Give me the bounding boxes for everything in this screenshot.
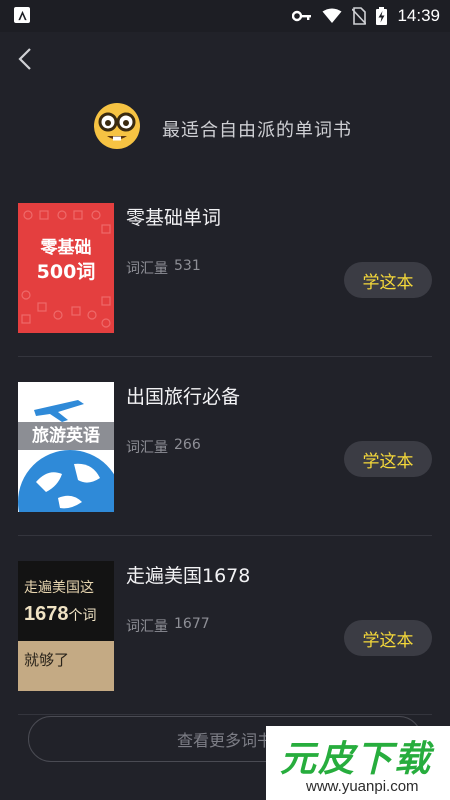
- vpn-key-icon: [292, 10, 312, 22]
- nerd-face-emoji-icon: [94, 103, 140, 149]
- divider: [18, 714, 432, 715]
- learn-this-book-button[interactable]: 学这本: [344, 620, 432, 656]
- cover-number: 1678: [24, 603, 69, 625]
- no-sim-icon: [352, 7, 367, 25]
- word-count-value: 1677: [174, 616, 210, 632]
- book-card[interactable]: 零基础 500词 零基础单词 词汇量 531 学这本: [18, 203, 432, 333]
- book-title: 出国旅行必备: [126, 386, 241, 408]
- cover-line-2: 1678个词: [24, 603, 97, 626]
- book-word-count: 词汇量 266: [126, 437, 201, 457]
- cover-line-1: 零基础: [40, 238, 92, 258]
- cover-band-text: 旅游英语: [32, 426, 100, 446]
- watermark-url: www.yuanpi.com: [306, 778, 419, 795]
- book-card[interactable]: 旅游英语 出国旅行必备 词汇量 266 学这本: [18, 382, 432, 512]
- word-count-label: 词汇量: [126, 261, 168, 277]
- battery-charging-icon: [376, 7, 388, 25]
- book-title: 零基础单词: [126, 207, 222, 229]
- cover-line-1: 走遍美国这: [24, 580, 94, 596]
- learn-this-book-button[interactable]: 学这本: [344, 441, 432, 477]
- book-cover: 旅游英语: [18, 382, 114, 512]
- status-bar: 14:39: [0, 0, 450, 32]
- word-count-value: 531: [174, 258, 201, 274]
- cover-line-3: 就够了: [24, 651, 70, 669]
- book-card[interactable]: 走遍美国这 1678个词 就够了 走遍美国1678 词汇量 1677 学这本: [18, 561, 432, 691]
- back-button[interactable]: [12, 44, 38, 74]
- wifi-icon: [322, 8, 342, 24]
- page-header: 最适合自由派的单词书: [0, 100, 450, 156]
- cover-line-2: 500词: [36, 261, 96, 283]
- word-count-value: 266: [174, 437, 201, 453]
- learn-this-book-button[interactable]: 学这本: [344, 262, 432, 298]
- chevron-left-icon: [18, 48, 31, 70]
- status-time: 14:39: [397, 6, 440, 25]
- cover-unit: 个词: [68, 607, 97, 623]
- watermark-logo: 元皮下载 www.yuanpi.com: [266, 726, 450, 800]
- divider: [18, 535, 432, 536]
- cover-band: 旅游英语: [18, 422, 114, 450]
- cover-bottom: 就够了: [18, 641, 114, 691]
- app-notification-icon: [14, 7, 30, 23]
- watermark-title: 元皮下载: [280, 738, 433, 780]
- book-title: 走遍美国1678: [126, 565, 251, 587]
- page-title: 最适合自由派的单词书: [162, 120, 352, 141]
- book-cover: 零基础 500词: [18, 203, 114, 333]
- book-word-count: 词汇量 1677: [126, 616, 210, 636]
- word-count-label: 词汇量: [126, 440, 168, 456]
- divider: [18, 356, 432, 357]
- book-word-count: 词汇量 531: [126, 258, 201, 278]
- book-cover: 走遍美国这 1678个词 就够了: [18, 561, 114, 691]
- word-count-label: 词汇量: [126, 619, 168, 635]
